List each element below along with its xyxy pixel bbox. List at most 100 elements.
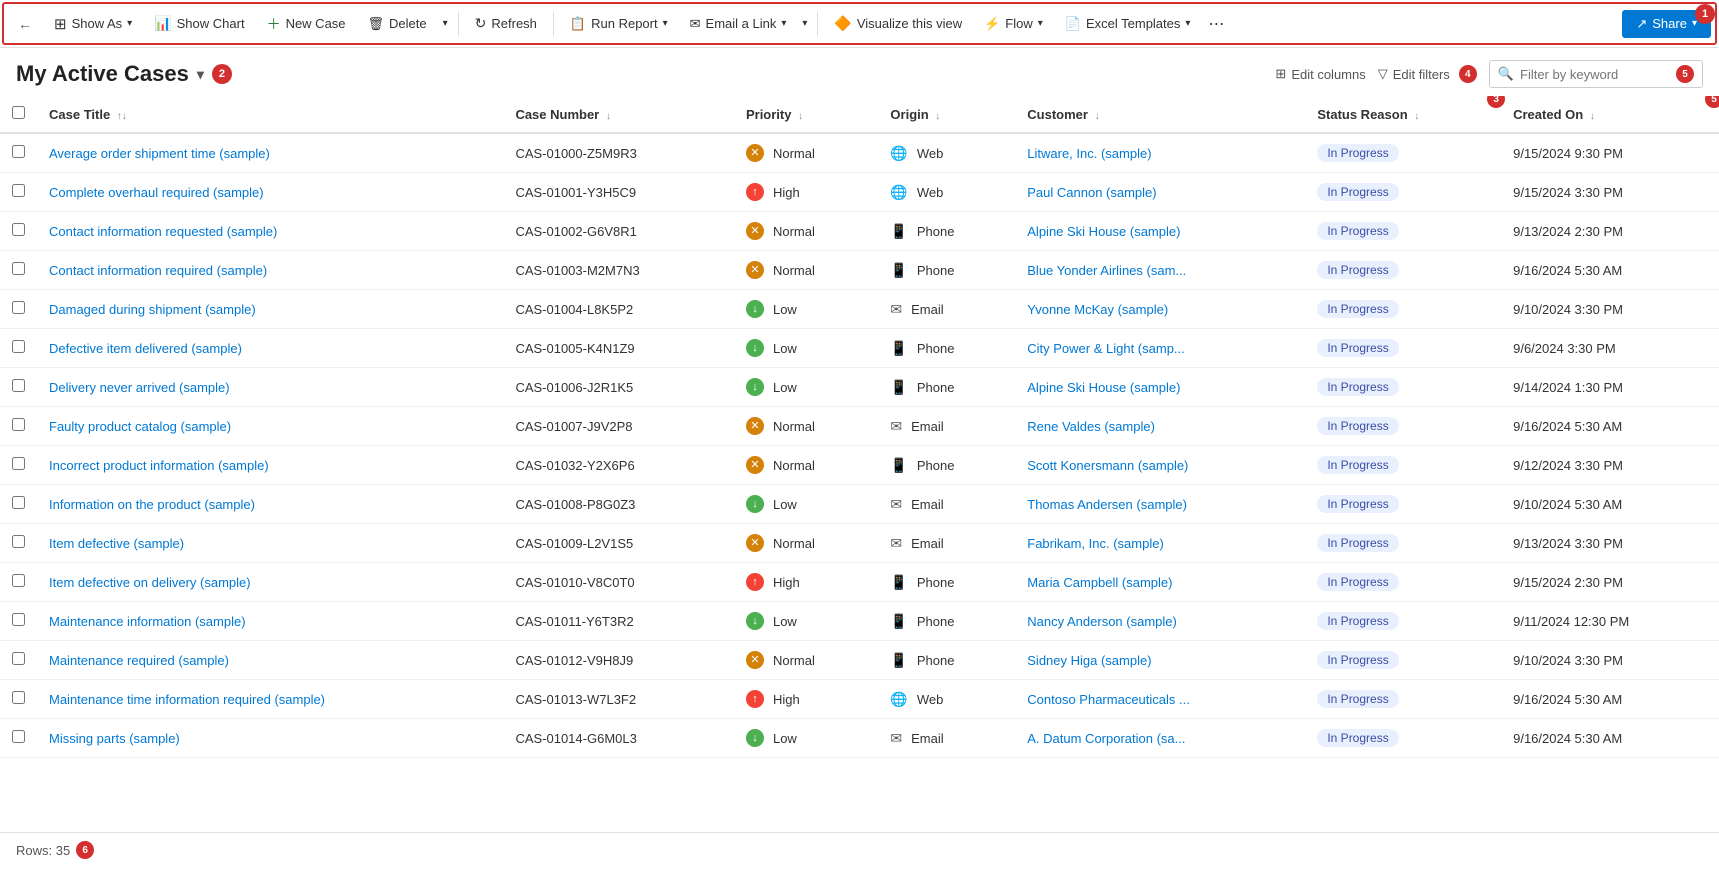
col-header-status[interactable]: Status Reason ↓ 3 — [1305, 96, 1501, 133]
row-checkbox-cell[interactable] — [0, 485, 37, 524]
row-checkbox-cell[interactable] — [0, 133, 37, 173]
table-scroll-area[interactable]: Case Title ↑↓ Case Number ↓ Priority ↓ O… — [0, 96, 1719, 832]
col-header-customer[interactable]: Customer ↓ — [1015, 96, 1305, 133]
new-case-button[interactable]: ＋ New Case — [257, 9, 356, 39]
customer-link[interactable]: Yvonne McKay (sample) — [1027, 302, 1168, 317]
customer-link[interactable]: Sidney Higa (sample) — [1027, 653, 1151, 668]
case-title-link[interactable]: Incorrect product information (sample) — [49, 458, 269, 473]
customer-link[interactable]: City Power & Light (samp... — [1027, 341, 1185, 356]
row-checkbox[interactable] — [12, 145, 25, 158]
col-header-created[interactable]: Created On ↓ 5 — [1501, 96, 1719, 133]
row-checkbox[interactable] — [12, 496, 25, 509]
created-cell: 9/6/2024 3:30 PM — [1501, 329, 1719, 368]
row-checkbox-cell[interactable] — [0, 602, 37, 641]
row-checkbox[interactable] — [12, 340, 25, 353]
row-checkbox-cell[interactable] — [0, 251, 37, 290]
row-checkbox-cell[interactable] — [0, 173, 37, 212]
case-title-link[interactable]: Item defective on delivery (sample) — [49, 575, 251, 590]
row-checkbox[interactable] — [12, 574, 25, 587]
case-title-link[interactable]: Contact information requested (sample) — [49, 224, 277, 239]
priority-text: High — [773, 575, 800, 590]
filter-keyword-input[interactable] — [1520, 67, 1670, 82]
row-checkbox-cell[interactable] — [0, 407, 37, 446]
case-title-link[interactable]: Complete overhaul required (sample) — [49, 185, 264, 200]
delete-button[interactable]: 🗑 Delete — [358, 11, 437, 37]
col-header-priority[interactable]: Priority ↓ — [734, 96, 878, 133]
row-checkbox[interactable] — [12, 262, 25, 275]
case-title-link[interactable]: Missing parts (sample) — [49, 731, 180, 746]
select-all-header[interactable] — [0, 96, 37, 133]
customer-link[interactable]: Alpine Ski House (sample) — [1027, 224, 1180, 239]
run-report-button[interactable]: 📋 Run Report ▾ — [560, 11, 678, 37]
show-as-button[interactable]: ⊞ Show As ▾ — [44, 10, 142, 38]
visualize-button[interactable]: 🔶 Visualize this view — [824, 10, 972, 37]
row-checkbox[interactable] — [12, 457, 25, 470]
customer-link[interactable]: A. Datum Corporation (sa... — [1027, 731, 1185, 746]
row-checkbox-cell[interactable] — [0, 680, 37, 719]
edit-columns-button[interactable]: ⊞ Edit columns — [1275, 66, 1365, 82]
row-checkbox-cell[interactable] — [0, 641, 37, 680]
row-checkbox-cell[interactable] — [0, 212, 37, 251]
more-options-button[interactable]: ⋯ — [1202, 9, 1231, 39]
case-title-link[interactable]: Information on the product (sample) — [49, 497, 255, 512]
customer-link[interactable]: Thomas Andersen (sample) — [1027, 497, 1187, 512]
row-checkbox[interactable] — [12, 730, 25, 743]
priority-text: Low — [773, 302, 797, 317]
col-header-case-number[interactable]: Case Number ↓ — [503, 96, 734, 133]
row-checkbox-cell[interactable] — [0, 719, 37, 758]
priority-text: High — [773, 185, 800, 200]
case-title-link[interactable]: Contact information required (sample) — [49, 263, 267, 278]
view-title-chevron-icon[interactable]: ▾ — [197, 66, 204, 83]
customer-link[interactable]: Contoso Pharmaceuticals ... — [1027, 692, 1190, 707]
row-checkbox-cell[interactable] — [0, 329, 37, 368]
filter-keyword-container: 🔍 5 — [1489, 60, 1703, 88]
row-checkbox-cell[interactable] — [0, 290, 37, 329]
customer-link[interactable]: Blue Yonder Airlines (sam... — [1027, 263, 1186, 278]
case-title-link[interactable]: Maintenance required (sample) — [49, 653, 229, 668]
row-checkbox-cell[interactable] — [0, 446, 37, 485]
status-badge: In Progress — [1317, 690, 1398, 708]
refresh-button[interactable]: ↻ Refresh — [465, 10, 547, 37]
case-title-link[interactable]: Faulty product catalog (sample) — [49, 419, 231, 434]
row-checkbox-cell[interactable] — [0, 524, 37, 563]
row-checkbox[interactable] — [12, 301, 25, 314]
created-date: 9/13/2024 2:30 PM — [1513, 224, 1623, 239]
case-title-link[interactable]: Defective item delivered (sample) — [49, 341, 242, 356]
row-checkbox-cell[interactable] — [0, 368, 37, 407]
case-title-link[interactable]: Average order shipment time (sample) — [49, 146, 270, 161]
case-title-link[interactable]: Damaged during shipment (sample) — [49, 302, 256, 317]
case-title-link[interactable]: Delivery never arrived (sample) — [49, 380, 230, 395]
row-checkbox[interactable] — [12, 379, 25, 392]
case-number: CAS-01014-G6M0L3 — [515, 731, 636, 746]
delete-more-button[interactable]: ▾ — [439, 13, 452, 34]
customer-link[interactable]: Paul Cannon (sample) — [1027, 185, 1156, 200]
case-title-link[interactable]: Maintenance time information required (s… — [49, 692, 325, 707]
row-checkbox[interactable] — [12, 691, 25, 704]
customer-link[interactable]: Litware, Inc. (sample) — [1027, 146, 1151, 161]
case-title-link[interactable]: Maintenance information (sample) — [49, 614, 246, 629]
col-header-case-title[interactable]: Case Title ↑↓ — [37, 96, 503, 133]
customer-link[interactable]: Fabrikam, Inc. (sample) — [1027, 536, 1164, 551]
back-button[interactable]: ← — [8, 11, 42, 37]
row-checkbox-cell[interactable] — [0, 563, 37, 602]
row-checkbox[interactable] — [12, 613, 25, 626]
customer-link[interactable]: Rene Valdes (sample) — [1027, 419, 1155, 434]
row-checkbox[interactable] — [12, 223, 25, 236]
customer-link[interactable]: Scott Konersmann (sample) — [1027, 458, 1188, 473]
customer-link[interactable]: Nancy Anderson (sample) — [1027, 614, 1177, 629]
email-more-button[interactable]: ▾ — [798, 13, 811, 34]
row-checkbox[interactable] — [12, 184, 25, 197]
row-checkbox[interactable] — [12, 418, 25, 431]
row-checkbox[interactable] — [12, 652, 25, 665]
excel-button[interactable]: 📄 Excel Templates ▾ — [1055, 11, 1201, 37]
edit-filters-button[interactable]: ▽ Edit filters 4 — [1378, 65, 1477, 83]
customer-link[interactable]: Alpine Ski House (sample) — [1027, 380, 1180, 395]
flow-button[interactable]: ⚡ Flow ▾ — [974, 11, 1053, 37]
show-chart-button[interactable]: 📊 Show Chart — [144, 10, 254, 37]
email-link-button[interactable]: ✉ Email a Link ▾ — [680, 11, 797, 37]
col-header-origin[interactable]: Origin ↓ — [878, 96, 1015, 133]
case-title-link[interactable]: Item defective (sample) — [49, 536, 184, 551]
customer-link[interactable]: Maria Campbell (sample) — [1027, 575, 1172, 590]
select-all-checkbox[interactable] — [12, 106, 25, 119]
row-checkbox[interactable] — [12, 535, 25, 548]
